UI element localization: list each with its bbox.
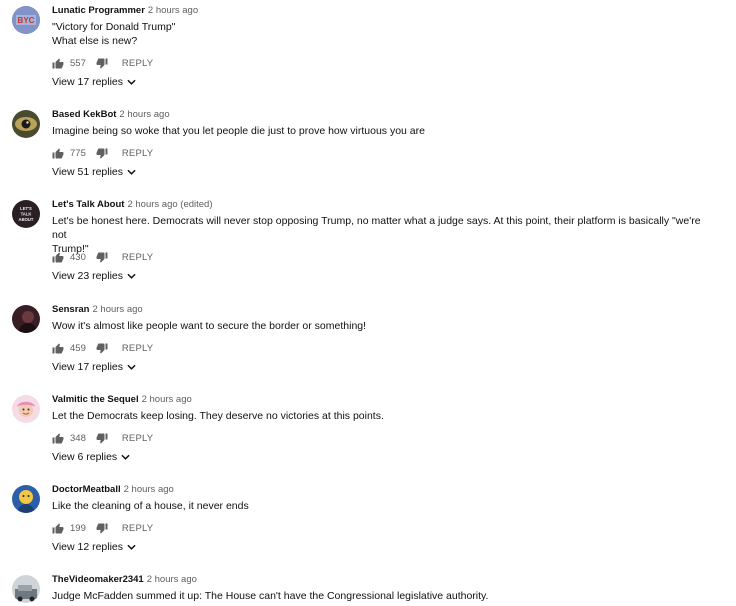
comment-text: Imagine being so woke that you let peopl…: [52, 124, 702, 138]
view-replies-label: View 23 replies: [52, 270, 124, 282]
avatar[interactable]: [12, 575, 40, 603]
avatar[interactable]: [12, 485, 40, 513]
comment-header: Sensran 2 hours ago: [52, 304, 143, 316]
comment-text-line: Let the Democrats keep losing. They dese…: [52, 410, 384, 422]
comment-actions: 430 REPLY: [52, 250, 153, 264]
reply-button[interactable]: REPLY: [122, 433, 153, 444]
comment-text-line: Judge McFadden summed it up: The House c…: [52, 590, 489, 602]
thumbs-down-icon[interactable]: [96, 433, 108, 444]
comment-actions: 459 REPLY: [52, 341, 153, 355]
thumbs-up-icon[interactable]: [52, 148, 64, 159]
view-replies-label: View 17 replies: [52, 76, 124, 88]
avatar[interactable]: [12, 305, 40, 333]
like-count: 775: [70, 147, 86, 159]
comment-actions: 775 REPLY: [52, 146, 153, 160]
comment-actions: 557 REPLY: [52, 56, 153, 70]
comment-author[interactable]: Let's Talk About: [52, 199, 124, 210]
svg-text:BYC: BYC: [18, 16, 35, 25]
comment-header: Based KekBot 2 hours ago: [52, 109, 170, 121]
reply-button[interactable]: REPLY: [122, 523, 153, 534]
view-replies-button[interactable]: View 12 replies: [52, 541, 136, 553]
comment-header: Lunatic Programmer 2 hours ago: [52, 5, 198, 17]
chevron-down-icon: [127, 273, 136, 279]
thumbs-up-icon[interactable]: [52, 343, 64, 354]
comment-header: Valmitic the Sequel 2 hours ago: [52, 394, 192, 406]
reply-button[interactable]: REPLY: [122, 343, 153, 354]
comment-header: TheVideomaker2341 2 hours ago: [52, 574, 197, 586]
chevron-down-icon: [127, 79, 136, 85]
comment-timestamp[interactable]: 2 hours ago: [148, 5, 198, 16]
comment-timestamp[interactable]: 2 hours ago: [124, 484, 174, 495]
comment-text-line: Let's be honest here. Democrats will nev…: [52, 215, 701, 241]
view-replies-button[interactable]: View 23 replies: [52, 270, 136, 282]
avatar[interactable]: [12, 110, 40, 138]
svg-text:LET'S: LET'S: [20, 206, 32, 211]
view-replies-label: View 51 replies: [52, 166, 124, 178]
comment-header: Let's Talk About 2 hours ago (edited): [52, 199, 213, 211]
thumbs-down-icon[interactable]: [96, 58, 108, 69]
comment-text: "Victory for Donald Trump" What else is …: [52, 20, 702, 48]
view-replies-label: View 12 replies: [52, 541, 124, 553]
comment-text-line: Like the cleaning of a house, it never e…: [52, 500, 249, 512]
comment-text: Let the Democrats keep losing. They dese…: [52, 409, 702, 423]
comment-text: Judge McFadden summed it up: The House c…: [52, 589, 702, 603]
view-replies-label: View 17 replies: [52, 361, 124, 373]
reply-button[interactable]: REPLY: [122, 252, 153, 263]
like-count: 199: [70, 522, 86, 534]
comment-actions: 199 REPLY: [52, 521, 153, 535]
view-replies-label: View 6 replies: [52, 451, 118, 463]
comment-text-line: Imagine being so woke that you let peopl…: [52, 125, 425, 137]
like-count: 459: [70, 342, 86, 354]
thumbs-down-icon[interactable]: [96, 343, 108, 354]
comment-author[interactable]: Based KekBot: [52, 109, 116, 120]
reply-button[interactable]: REPLY: [122, 148, 153, 159]
chevron-down-icon: [127, 364, 136, 370]
comment-author[interactable]: Sensran: [52, 304, 90, 315]
comment-author[interactable]: Lunatic Programmer: [52, 5, 145, 16]
thumbs-down-icon[interactable]: [96, 523, 108, 534]
chevron-down-icon: [127, 169, 136, 175]
reply-button[interactable]: REPLY: [122, 58, 153, 69]
comment-header: DoctorMeatball 2 hours ago: [52, 484, 174, 496]
comment-author[interactable]: DoctorMeatball: [52, 484, 121, 495]
view-replies-button[interactable]: View 51 replies: [52, 166, 136, 178]
avatar[interactable]: [12, 395, 40, 423]
comment-text-line: What else is new?: [52, 35, 138, 47]
view-replies-button[interactable]: View 17 replies: [52, 361, 136, 373]
comment-timestamp[interactable]: 2 hours ago (edited): [127, 199, 212, 210]
comment-text: Like the cleaning of a house, it never e…: [52, 499, 702, 513]
comment-text-line: "Victory for Donald Trump": [52, 21, 176, 33]
avatar[interactable]: BYC: [12, 6, 40, 34]
thumbs-up-icon[interactable]: [52, 523, 64, 534]
comment-timestamp[interactable]: 2 hours ago: [142, 394, 192, 405]
comment-timestamp[interactable]: 2 hours ago: [119, 109, 169, 120]
chevron-down-icon: [121, 454, 130, 460]
comment-text: Wow it's almost like people want to secu…: [52, 319, 702, 333]
comment-timestamp[interactable]: 2 hours ago: [147, 574, 197, 585]
avatar[interactable]: LET'S TALK ABOUT: [12, 200, 40, 228]
chevron-down-icon: [127, 544, 136, 550]
thumbs-up-icon[interactable]: [52, 252, 64, 263]
like-count: 348: [70, 432, 86, 444]
comment-text-line: Wow it's almost like people want to secu…: [52, 320, 367, 332]
like-count: 430: [70, 251, 86, 263]
svg-text:TALK: TALK: [21, 212, 32, 217]
comment-author[interactable]: Valmitic the Sequel: [52, 394, 139, 405]
like-count: 557: [70, 57, 86, 69]
comment-actions: 348 REPLY: [52, 431, 153, 445]
thumbs-up-icon[interactable]: [52, 58, 64, 69]
thumbs-down-icon[interactable]: [96, 252, 108, 263]
thumbs-up-icon[interactable]: [52, 433, 64, 444]
comment-timestamp[interactable]: 2 hours ago: [93, 304, 143, 315]
view-replies-button[interactable]: View 6 replies: [52, 451, 130, 463]
view-replies-button[interactable]: View 17 replies: [52, 76, 136, 88]
svg-text:ABOUT: ABOUT: [19, 217, 34, 222]
comment-author[interactable]: TheVideomaker2341: [52, 574, 144, 585]
thumbs-down-icon[interactable]: [96, 148, 108, 159]
